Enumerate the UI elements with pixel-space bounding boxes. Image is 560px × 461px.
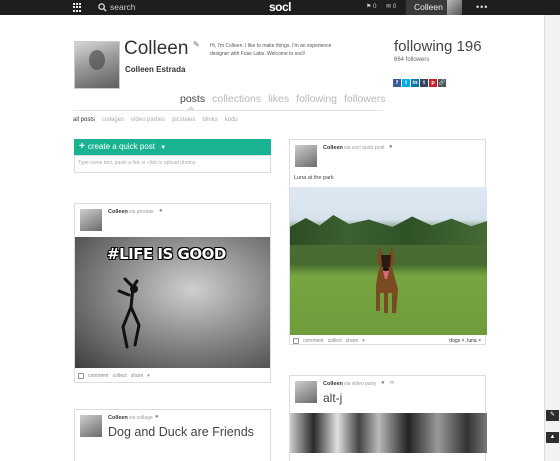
post-actions: comment collect share ▾ — [78, 373, 150, 379]
post-author-name[interactable]: Colleen — [108, 415, 128, 421]
post-author-name[interactable]: Colleen — [323, 145, 343, 151]
jumping-person-figure — [117, 277, 141, 349]
messages-count: 0 — [392, 4, 397, 10]
notifications-button[interactable]: ⚑ 0 — [366, 0, 376, 15]
tumblr-icon[interactable]: t — [420, 79, 428, 87]
profile-tabs: posts collections likes following follow… — [180, 93, 385, 105]
globe-icon: ● — [159, 208, 163, 214]
subtab-video-parties[interactable]: video parties — [131, 117, 165, 123]
tab-posts[interactable]: posts — [180, 93, 205, 105]
social-share-icons: f t in t p 🔗 — [393, 79, 446, 87]
profile-bio: Hi, I'm Colleen. I like to make things. … — [210, 43, 332, 57]
dog-figure — [376, 245, 398, 313]
chevron-down-icon: ▼ — [160, 145, 167, 151]
post-author-avatar[interactable] — [295, 145, 317, 167]
quick-post-input[interactable]: Type some text, paste a link or click to… — [74, 155, 271, 173]
post-image[interactable]: #LIFE IS GOOD — [75, 237, 270, 368]
feedback-icon[interactable]: ✎ — [546, 410, 559, 421]
chevron-down-icon[interactable]: ▾ — [362, 338, 365, 344]
following-count[interactable]: following 196 — [394, 38, 482, 55]
chevron-down-icon[interactable]: ▾ — [147, 373, 150, 379]
tab-following[interactable]: following — [296, 93, 337, 105]
subtab-picstales[interactable]: picstales — [172, 117, 195, 123]
subtab-collages[interactable]: collages — [102, 117, 124, 123]
messages-button[interactable]: ✉ 0 — [386, 0, 396, 15]
user-menu-button[interactable]: Colleen — [406, 0, 462, 15]
comment-icon — [78, 373, 84, 379]
meme-caption: #LIFE IS GOOD — [107, 245, 226, 263]
post-author-name[interactable]: Colleen — [323, 381, 343, 387]
globe-icon: ● — [155, 414, 159, 420]
tab-collections[interactable]: collections — [212, 93, 261, 105]
post-title[interactable]: Dog and Duck are Friends — [108, 425, 254, 439]
post-author-avatar[interactable] — [295, 381, 317, 403]
profile-avatar — [74, 41, 120, 89]
create-quick-post-button[interactable]: + create a quick post ▼ — [74, 139, 271, 155]
facebook-icon[interactable]: f — [393, 79, 401, 87]
socl-logo[interactable]: socl — [265, 0, 295, 15]
post-author-name[interactable]: Colleen — [108, 209, 128, 215]
post-card: Colleen via video party ● ∞ alt-j — [289, 375, 487, 461]
edit-profile-icon[interactable]: ✎ — [193, 40, 200, 49]
mail-icon: ✉ — [386, 4, 392, 10]
post-author-avatar[interactable] — [80, 209, 102, 231]
apps-grid-icon[interactable] — [73, 3, 82, 12]
globe-icon: ● — [381, 380, 385, 386]
post-card: Colleen via picstale ● #LIFE IS GOOD com… — [74, 203, 271, 383]
collect-button[interactable]: collect — [328, 338, 342, 344]
post-tags[interactable]: dogs ×, luna × — [449, 338, 481, 344]
flag-icon: ⚑ — [366, 4, 372, 10]
tab-divider — [73, 110, 383, 111]
post-source[interactable]: via picstale — [129, 209, 154, 215]
post-image[interactable] — [290, 413, 487, 453]
post-author-avatar[interactable] — [80, 415, 102, 437]
comment-button[interactable]: comment — [88, 373, 109, 379]
scroll-to-top-icon[interactable]: ▲ — [546, 432, 559, 443]
collect-button[interactable]: collect — [113, 373, 127, 379]
notifications-count: 0 — [373, 4, 377, 10]
subtab-blinks[interactable]: blinks — [202, 117, 217, 123]
comment-button[interactable]: comment — [303, 338, 324, 344]
comment-icon — [293, 338, 299, 344]
twitter-icon[interactable]: t — [402, 79, 410, 87]
more-menu-button[interactable]: ••• — [476, 0, 488, 15]
linkedin-icon[interactable]: in — [411, 79, 419, 87]
top-bar: search socl ⚑ 0 ✉ 0 Colleen ••• — [0, 0, 560, 15]
plus-icon: + — [79, 141, 85, 152]
share-button[interactable]: share — [131, 373, 144, 379]
tab-likes[interactable]: likes — [268, 93, 289, 105]
post-source[interactable]: via socl quick post — [344, 145, 385, 151]
search-icon[interactable] — [98, 0, 108, 15]
post-actions: comment collect share ▾ — [293, 338, 365, 344]
user-name: Colleen — [414, 2, 443, 12]
post-image[interactable] — [290, 187, 487, 335]
link-icon[interactable]: 🔗 — [438, 79, 446, 87]
profile-real-name: Colleen Estrada — [125, 65, 186, 74]
search-input[interactable]: search — [110, 0, 136, 15]
post-type-filter: all posts collages video parties picstal… — [73, 117, 238, 123]
user-avatar — [447, 0, 462, 15]
post-card: Colleen via collage ● Dog and Duck are F… — [74, 409, 271, 461]
pinterest-icon[interactable]: p — [429, 79, 437, 87]
share-button[interactable]: share — [346, 338, 359, 344]
post-source[interactable]: via collage — [129, 415, 153, 421]
post-card: Colleen via socl quick post ● Luna at th… — [289, 139, 487, 345]
tab-followers[interactable]: followers — [344, 93, 385, 105]
subtab-kodu[interactable]: kodu — [225, 117, 238, 123]
profile-display-name: Colleen — [124, 38, 189, 59]
post-title[interactable]: alt-j — [323, 391, 342, 405]
post-source[interactable]: via video party — [344, 381, 376, 387]
subtab-all-posts[interactable]: all posts — [73, 117, 95, 123]
quick-post-label: create a quick post — [87, 142, 155, 151]
globe-icon: ● — [389, 144, 393, 150]
followers-count[interactable]: 664 followers — [394, 57, 429, 63]
post-text: Luna at the park — [294, 175, 334, 181]
people-icon: ∞ — [390, 380, 395, 386]
